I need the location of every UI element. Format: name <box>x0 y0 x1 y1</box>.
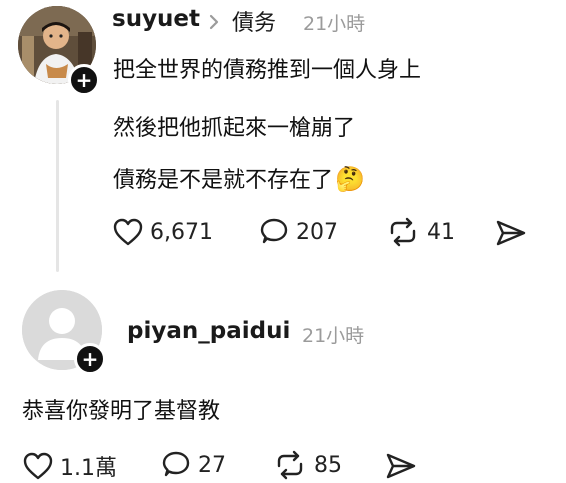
heart-icon <box>113 218 143 246</box>
repost-button[interactable]: 41 <box>385 217 455 247</box>
repost-button[interactable]: 85 <box>272 450 342 480</box>
post-text-line: 把全世界的債務推到一個人身上 <box>113 58 422 83</box>
timestamp: 21小時 <box>302 325 365 347</box>
topic-tag[interactable]: 債务 <box>232 5 276 37</box>
reply-button[interactable]: 27 <box>160 450 226 480</box>
reply-count: 207 <box>296 219 338 245</box>
follow-plus-icon[interactable]: + <box>74 343 106 375</box>
like-count: 1.1萬 <box>60 456 117 481</box>
chevron-right-icon <box>209 14 219 30</box>
share-icon[interactable] <box>494 218 528 248</box>
username[interactable]: piyan_paidui <box>127 318 290 344</box>
post-text: 債務是不是就不存在了 <box>113 168 334 193</box>
thread-line <box>56 100 59 272</box>
comment-icon <box>162 451 190 477</box>
follow-plus-icon[interactable]: + <box>68 64 100 96</box>
repost-count: 41 <box>427 219 455 245</box>
reply-count: 27 <box>198 452 226 478</box>
share-icon[interactable] <box>384 451 418 481</box>
comment-icon <box>260 218 288 244</box>
post-text: 恭喜你發明了基督教 <box>22 399 221 424</box>
repost-icon <box>277 450 303 480</box>
heart-icon <box>23 452 53 480</box>
like-button[interactable]: 1.1萬 <box>22 450 117 482</box>
like-count: 6,671 <box>150 219 213 245</box>
repost-icon <box>390 217 416 247</box>
post-text-line: 然後把他抓起來一槍崩了 <box>113 116 356 141</box>
username[interactable]: suyuet <box>112 6 200 32</box>
repost-count: 85 <box>314 452 342 478</box>
timestamp: 21小時 <box>303 13 366 35</box>
like-button[interactable]: 6,671 <box>112 217 213 247</box>
post-text-line: 債務是不是就不存在了🤔 <box>113 162 365 194</box>
reply-button[interactable]: 207 <box>258 217 338 247</box>
thinking-emoji: 🤔 <box>335 165 365 193</box>
